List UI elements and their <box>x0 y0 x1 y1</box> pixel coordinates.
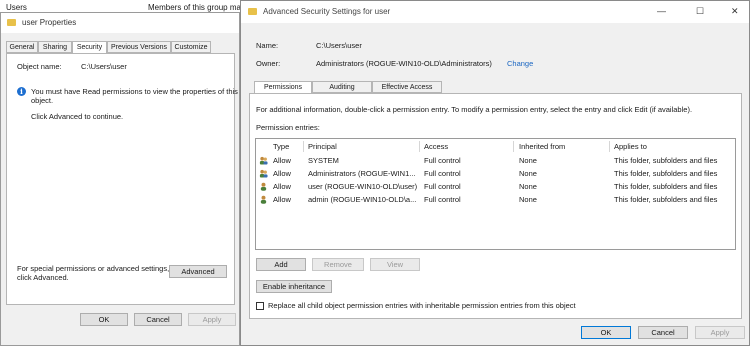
folder-icon <box>7 19 16 26</box>
properties-titlebar: user Properties <box>1 13 239 33</box>
owner-value: Administrators (ROGUE-WIN10-OLD\Administ… <box>316 59 492 68</box>
enable-inheritance-button[interactable]: Enable inheritance <box>256 280 332 293</box>
group-icon <box>259 169 268 178</box>
read-permission-message-line1: You must have Read permissions to view t… <box>31 87 238 96</box>
column-header-principal[interactable]: Principal <box>308 142 337 151</box>
view-button[interactable]: View <box>370 258 420 271</box>
row-inherited: None <box>519 182 537 191</box>
advanced-titlebar: Advanced Security Settings for user — ☐ … <box>241 1 749 23</box>
row-access: Full control <box>424 156 461 165</box>
tab-customize[interactable]: Customize <box>171 41 211 53</box>
row-principal: Administrators (ROGUE-WIN1... <box>308 169 416 178</box>
row-inherited: None <box>519 156 537 165</box>
properties-cancel-button[interactable]: Cancel <box>134 313 182 326</box>
properties-apply-button[interactable]: Apply <box>188 313 236 326</box>
advanced-ok-button[interactable]: OK <box>581 326 631 339</box>
advanced-hint: Click Advanced to continue. <box>31 112 124 121</box>
tab-effective-access[interactable]: Effective Access <box>372 81 442 93</box>
replace-child-permissions-checkbox[interactable] <box>256 302 264 310</box>
row-type: Allow <box>273 195 291 204</box>
tab-sharing[interactable]: Sharing <box>38 41 72 53</box>
object-name-value: C:\Users\user <box>81 62 127 71</box>
row-access: Full control <box>424 169 461 178</box>
tab-general[interactable]: General <box>6 41 38 53</box>
name-value: C:\Users\user <box>316 41 362 50</box>
minimize-icon[interactable]: — <box>657 6 666 16</box>
row-principal: admin (ROGUE-WIN10-OLD\a... <box>308 195 417 204</box>
row-applies: This folder, subfolders and files <box>614 182 718 191</box>
tab-auditing[interactable]: Auditing <box>312 81 372 93</box>
advanced-security-dialog: Advanced Security Settings for user — ☐ … <box>240 0 750 346</box>
column-header-inherited-from[interactable]: Inherited from <box>519 142 565 151</box>
permission-entries-table: Type Principal Access Inherited from App… <box>255 138 736 250</box>
read-permission-message-line2: object. <box>31 96 54 105</box>
advanced-cancel-button[interactable]: Cancel <box>638 326 688 339</box>
row-principal: user (ROGUE-WIN10-OLD\user) <box>308 182 418 191</box>
user-icon <box>260 182 267 191</box>
row-access: Full control <box>424 195 461 204</box>
table-row[interactable]: Allow SYSTEM Full control None This fold… <box>256 154 735 167</box>
properties-dialog: user Properties General Sharing Security… <box>0 12 240 346</box>
row-access: Full control <box>424 182 461 191</box>
special-permissions-text-line1: For special permissions or advanced sett… <box>17 264 170 273</box>
row-type: Allow <box>273 169 291 178</box>
change-owner-link[interactable]: Change <box>507 59 533 68</box>
permission-entries-label: Permission entries: <box>256 123 320 132</box>
column-header-applies-to[interactable]: Applies to <box>614 142 647 151</box>
column-users: Users <box>6 3 27 12</box>
row-principal: SYSTEM <box>308 156 339 165</box>
row-applies: This folder, subfolders and files <box>614 156 718 165</box>
row-inherited: None <box>519 195 537 204</box>
remove-button[interactable]: Remove <box>312 258 364 271</box>
security-panel: Object name: C:\Users\user i You must ha… <box>6 53 238 305</box>
row-applies: This folder, subfolders and files <box>614 169 718 178</box>
close-icon[interactable]: ✕ <box>731 6 739 17</box>
owner-label: Owner: <box>256 59 281 68</box>
info-icon: i <box>17 87 26 96</box>
column-members: Members of this group ma <box>148 3 241 12</box>
name-label: Name: <box>256 41 279 50</box>
user-icon <box>260 195 267 204</box>
row-type: Allow <box>273 156 291 165</box>
object-name-label: Object name: <box>17 62 62 71</box>
advanced-apply-button[interactable]: Apply <box>695 326 745 339</box>
special-permissions-text-line2: click Advanced. <box>17 273 69 282</box>
tab-previous-versions[interactable]: Previous Versions <box>107 41 171 53</box>
advanced-button[interactable]: Advanced <box>169 265 227 278</box>
properties-title: user Properties <box>22 18 77 27</box>
properties-ok-button[interactable]: OK <box>80 313 128 326</box>
advanced-title: Advanced Security Settings for user <box>263 7 391 16</box>
permissions-info-text: For additional information, double-click… <box>256 105 693 114</box>
add-button[interactable]: Add <box>256 258 306 271</box>
table-row[interactable]: Allow Administrators (ROGUE-WIN1... Full… <box>256 167 735 180</box>
group-icon <box>259 156 268 165</box>
column-header-type[interactable]: Type <box>273 142 289 151</box>
column-header-access[interactable]: Access <box>424 142 448 151</box>
folder-icon <box>248 8 257 15</box>
row-inherited: None <box>519 169 537 178</box>
table-row[interactable]: Allow user (ROGUE-WIN10-OLD\user) Full c… <box>256 180 735 193</box>
row-type: Allow <box>273 182 291 191</box>
row-applies: This folder, subfolders and files <box>614 195 718 204</box>
maximize-icon[interactable]: ☐ <box>696 6 704 17</box>
replace-child-permissions-label: Replace all child object permission entr… <box>268 301 576 310</box>
table-row[interactable]: Allow admin (ROGUE-WIN10-OLD\a... Full c… <box>256 193 735 206</box>
